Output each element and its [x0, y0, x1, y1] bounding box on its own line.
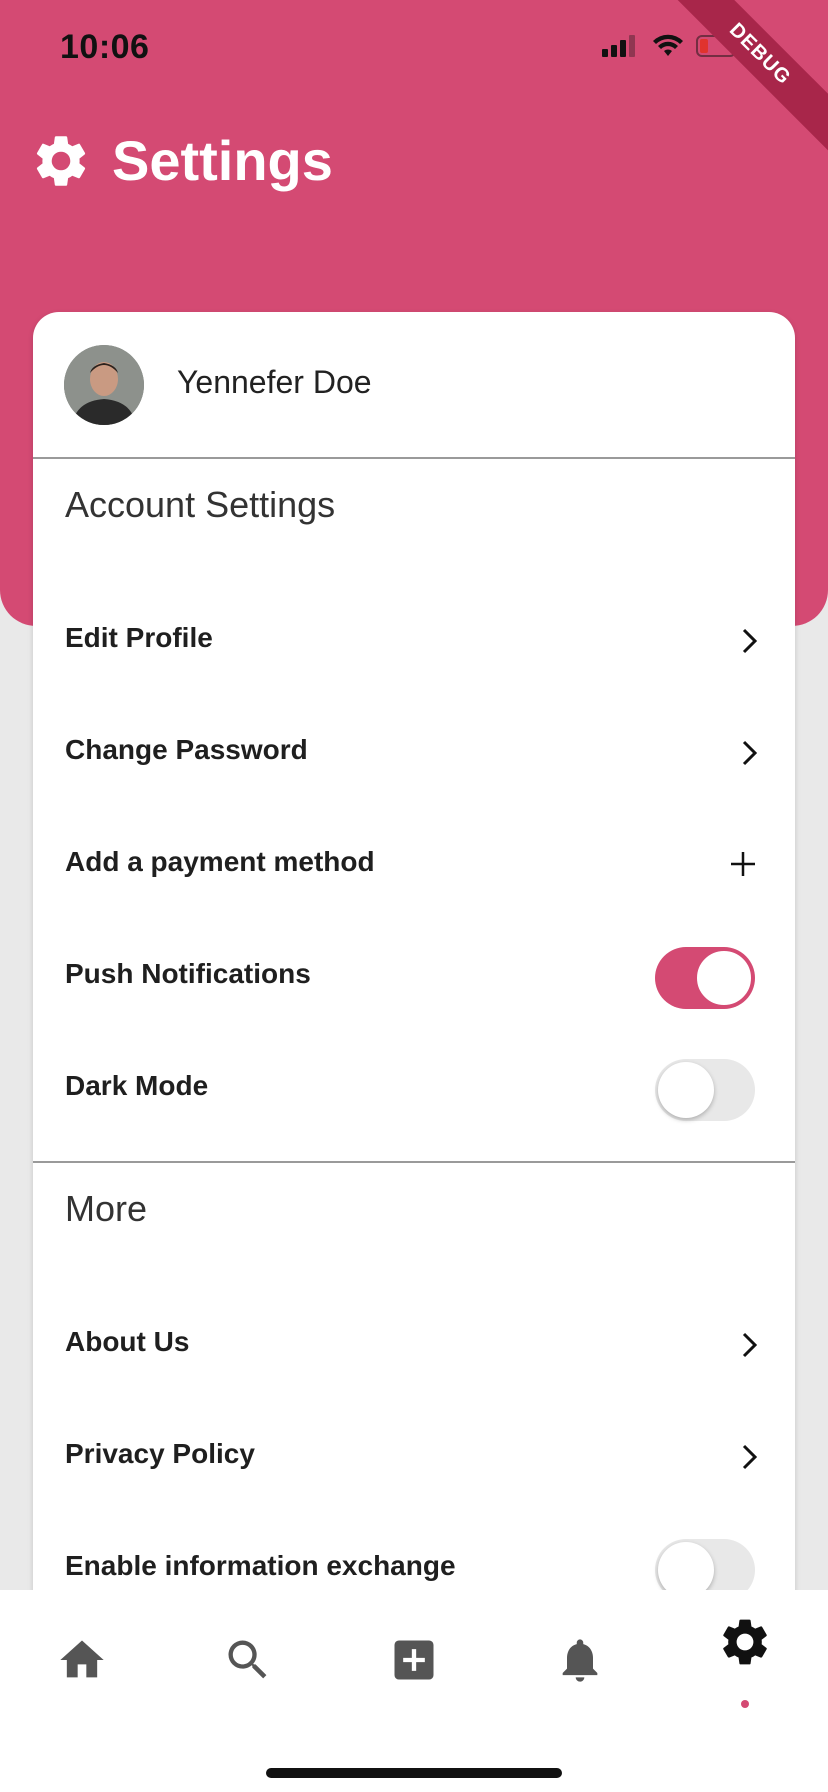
- row-label: Enable information exchange: [65, 1550, 456, 1581]
- row-label: Add a payment method: [65, 846, 375, 877]
- nav-home[interactable]: [52, 1630, 112, 1690]
- bottom-nav: [0, 1590, 828, 1792]
- about-us-row[interactable]: About Us: [33, 1290, 795, 1402]
- home-indicator: [266, 1768, 562, 1778]
- bell-icon: [562, 1639, 598, 1682]
- chevron-right-icon: [742, 740, 758, 766]
- status-time: 10:06: [60, 28, 150, 66]
- avatar: [64, 345, 144, 425]
- settings-card: Yennefer Doe Account Settings Edit Profi…: [33, 312, 795, 1632]
- toggle-knob: [658, 1062, 714, 1118]
- account-settings-title: Account Settings: [65, 484, 336, 525]
- add-box-icon: [394, 1640, 434, 1680]
- home-icon: [60, 1640, 104, 1678]
- row-label: Dark Mode: [65, 1070, 209, 1101]
- edit-profile-row[interactable]: Edit Profile: [33, 586, 795, 698]
- cellular-signal-icon: [602, 35, 635, 57]
- page-header: Settings: [30, 128, 333, 193]
- privacy-policy-row[interactable]: Privacy Policy: [33, 1402, 795, 1514]
- plus-icon: [731, 852, 755, 876]
- more-title: More: [65, 1188, 148, 1229]
- add-payment-method-row[interactable]: Add a payment method: [33, 810, 795, 922]
- row-label: About Us: [65, 1326, 190, 1357]
- gear-icon: [36, 135, 86, 186]
- page-title: Settings: [112, 129, 333, 192]
- chevron-right-icon: [742, 1332, 758, 1358]
- push-notifications-row: Push Notifications: [33, 922, 795, 1034]
- profile-name: Yennefer Doe: [177, 364, 372, 400]
- gear-icon: [723, 1619, 767, 1665]
- dark-mode-toggle[interactable]: [655, 1059, 755, 1121]
- search-icon: [228, 1640, 267, 1679]
- dark-mode-row: Dark Mode: [33, 1034, 795, 1146]
- push-notifications-toggle[interactable]: [655, 947, 755, 1009]
- toggle-knob: [696, 950, 752, 1006]
- nav-settings[interactable]: [715, 1612, 775, 1672]
- profile-row[interactable]: Yennefer Doe: [33, 312, 795, 459]
- chevron-right-icon: [742, 628, 758, 654]
- active-indicator-dot: [741, 1700, 749, 1708]
- chevron-right-icon: [742, 1444, 758, 1470]
- nav-search[interactable]: [218, 1630, 278, 1690]
- row-label: Push Notifications: [65, 958, 311, 989]
- row-label: Change Password: [65, 734, 308, 765]
- wifi-icon: [653, 34, 683, 56]
- row-label: Edit Profile: [65, 622, 213, 653]
- change-password-row[interactable]: Change Password: [33, 698, 795, 810]
- section-divider: [33, 1161, 795, 1163]
- nav-add[interactable]: [384, 1630, 444, 1690]
- row-label: Privacy Policy: [65, 1438, 255, 1469]
- nav-notifications[interactable]: [550, 1630, 610, 1690]
